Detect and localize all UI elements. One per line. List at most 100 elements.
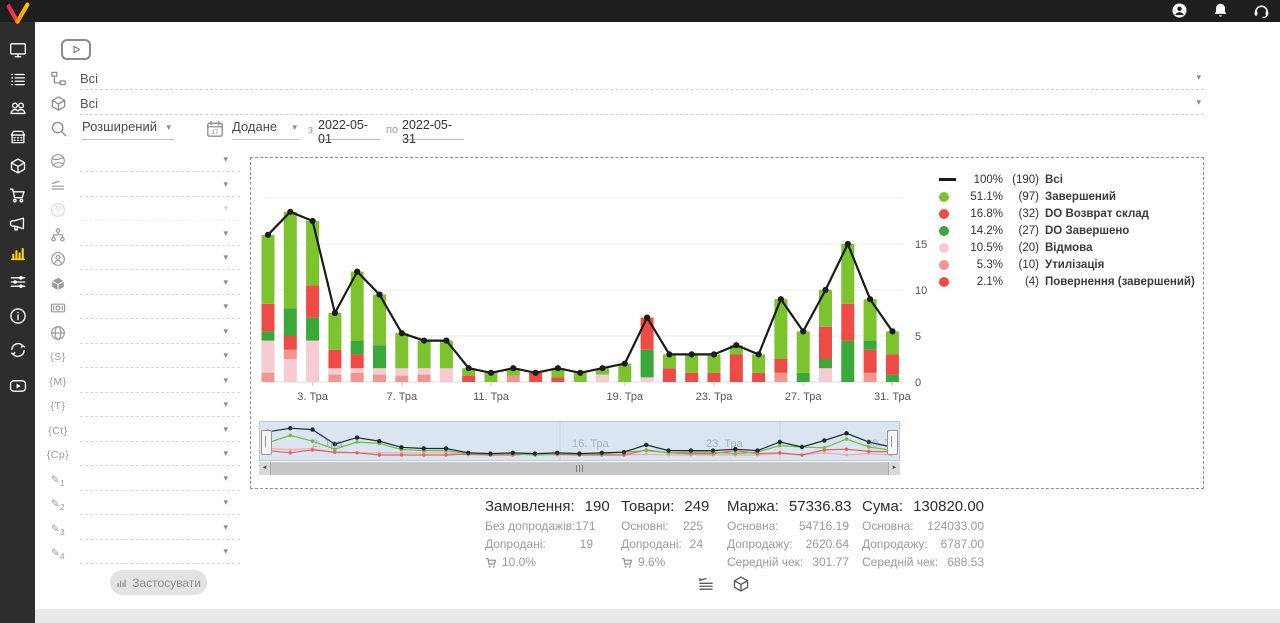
sidebar-item-video[interactable]	[0, 371, 35, 400]
navigator-handle-right[interactable]	[887, 430, 898, 455]
manager-icon	[44, 249, 72, 267]
filter-select-brace-m[interactable]: ▾	[80, 372, 240, 393]
date-from-input[interactable]: 2022-05-01	[318, 118, 380, 140]
filter-select-brace-t[interactable]: ▾	[80, 396, 240, 417]
scroll-right-arrow[interactable]: ►	[889, 462, 900, 475]
filter-row-pencil-1: ✎1 ▾	[44, 470, 240, 495]
video-tutorial-button[interactable]	[61, 39, 91, 60]
apply-button[interactable]: Застосувати	[110, 570, 207, 595]
sidebar-item-sync[interactable]	[0, 335, 35, 364]
chevron-down-icon: ▾	[223, 400, 228, 409]
upsell-percent-row: 9.6%	[621, 555, 703, 569]
filter-select-pencil-2[interactable]: ▾	[80, 494, 240, 515]
stat-row: Без допродажів:171	[485, 519, 593, 533]
app-logo-icon[interactable]	[4, 1, 31, 26]
stat-row: Допродані:24	[621, 537, 703, 551]
sidebar-item-users[interactable]	[0, 93, 35, 122]
sidebar-item-sliders[interactable]	[0, 267, 35, 296]
brace-cp-icon: {Cp}	[44, 445, 72, 461]
scroll-left-arrow[interactable]: ◄	[259, 462, 270, 475]
filter-select-pencil-3[interactable]: ▾	[80, 519, 240, 540]
legend-count: (27)	[1003, 225, 1039, 237]
legend-percent: 2.1%	[959, 276, 1003, 288]
filter-select-box-filled[interactable]: ▾	[80, 274, 240, 295]
sidebar-item-monitor[interactable]	[0, 35, 35, 64]
stat-row: Середній чек:688.53	[862, 555, 984, 569]
chart-scrollbar[interactable]: ◄ ►	[259, 462, 900, 475]
chevron-down-icon: ▾	[223, 155, 228, 164]
stat-row-label: Допродані:	[621, 537, 682, 551]
legend-item[interactable]: 14.2%(27)DO Завершено	[939, 222, 1195, 239]
legend-item[interactable]: 16.8%(32) DO Возврат склад	[939, 205, 1195, 222]
box-toggle-icon[interactable]	[732, 575, 750, 593]
pencil-1-icon: ✎1	[44, 470, 72, 488]
user-profile-icon[interactable]	[1171, 2, 1188, 19]
filter-select-brace-ct[interactable]: ▾	[80, 421, 240, 442]
filter-select-money[interactable]: ▾	[80, 298, 240, 319]
legend-count: (32)	[1003, 208, 1039, 220]
legend-dot-swatch	[939, 226, 959, 236]
svg-text:7. Тра: 7. Тра	[387, 391, 418, 403]
filter-select-globe-swirl[interactable]: ▾	[80, 151, 240, 172]
notifications-icon[interactable]	[1212, 2, 1229, 19]
box-filled-icon	[44, 274, 72, 292]
stat-column: Замовлення:190Без допродажів:171Допродан…	[485, 498, 593, 569]
stat-row-value: 2620.64	[806, 537, 849, 551]
svg-text:3. Тра: 3. Тра	[297, 391, 328, 403]
stat-row-label: Середній чек:	[727, 555, 803, 569]
legend-dot-swatch	[939, 260, 959, 270]
chevron-down-icon: ▾	[292, 123, 297, 132]
filter-select-pencil-1[interactable]: ▾	[80, 470, 240, 491]
sidebar-item-analytics-chart[interactable]	[0, 238, 35, 267]
sidebar-item-orders-list[interactable]	[0, 64, 35, 93]
apply-button-label: Застосувати	[132, 576, 201, 590]
legend-label: DO Возврат склад	[1045, 208, 1149, 220]
legend-item[interactable]: 5.3%(10)Утилізація	[939, 256, 1195, 273]
legend-item[interactable]: 2.1%(4)Повернення (завершений)	[939, 273, 1195, 290]
legend-item[interactable]: 100%(190)Всі	[939, 171, 1195, 188]
filter-select-question[interactable]: ▾	[80, 200, 240, 221]
scroll-thumb[interactable]	[270, 462, 889, 475]
filter-select-manager[interactable]: ▾	[80, 249, 240, 270]
stat-row: Основні:225	[621, 519, 703, 533]
stat-title-value: 57336.83	[789, 498, 852, 515]
sidebar-item-products-box[interactable]	[0, 151, 35, 180]
filter-select-levels[interactable]: ▾	[80, 176, 240, 197]
navigator-handle-left[interactable]	[261, 430, 272, 455]
legend-item[interactable]: 10.5%(20)Відмова	[939, 239, 1195, 256]
stat-row-value: 171	[575, 519, 595, 533]
sidebar-item-supply-cart[interactable]	[0, 180, 35, 209]
filter-select-pencil-4[interactable]: ▾	[80, 543, 240, 564]
date-to-input[interactable]: 2022-05-31	[402, 118, 464, 140]
legend-count: (4)	[1003, 276, 1039, 288]
stat-row-value: 54716.19	[799, 519, 849, 533]
legend-item[interactable]: 51.1%(97)Завершений	[939, 188, 1195, 205]
chevron-down-icon: ▾	[223, 229, 228, 238]
chevron-down-icon: ▾	[223, 204, 228, 213]
support-icon[interactable]	[1253, 2, 1270, 19]
date-type-select[interactable]: Додане ▾	[232, 118, 300, 140]
stat-row-label: Основна:	[862, 519, 914, 533]
cart-icon	[485, 556, 498, 569]
list-chart-icon[interactable]	[697, 575, 715, 593]
legend-count: (190)	[1003, 174, 1039, 186]
filter-select-brace-s[interactable]: ▾	[80, 347, 240, 368]
filter-select-sitemap[interactable]: ▾	[80, 225, 240, 246]
legend-percent: 16.8%	[959, 208, 1003, 220]
product-select[interactable]: Всі ▾	[80, 93, 1204, 115]
filter-select-globe[interactable]: ▾	[80, 323, 240, 344]
sidebar-item-megaphone[interactable]	[0, 209, 35, 238]
stat-title-label: Замовлення:	[485, 498, 575, 515]
product-select-value: Всі	[80, 96, 98, 111]
chart-plot[interactable]: 0510153. Тра7. Тра11. Тра19. Тра23. Тра2…	[253, 160, 943, 410]
sidebar-item-store[interactable]	[0, 122, 35, 151]
sidebar-item-info[interactable]	[0, 301, 35, 330]
svg-text:11. Тра: 11. Тра	[473, 391, 510, 403]
chart-navigator[interactable]: 2. Тра16. Тра23. Тра30. Тра	[259, 421, 900, 461]
chevron-down-icon: ▾	[223, 376, 228, 385]
globe-swirl-icon	[44, 151, 72, 169]
search-mode-select[interactable]: Розширений ▾	[82, 118, 174, 140]
filter-row-box-filled: ▾	[44, 274, 240, 299]
category-select[interactable]: Всі ▾	[80, 68, 1204, 90]
filter-select-brace-cp[interactable]: ▾	[80, 445, 240, 466]
